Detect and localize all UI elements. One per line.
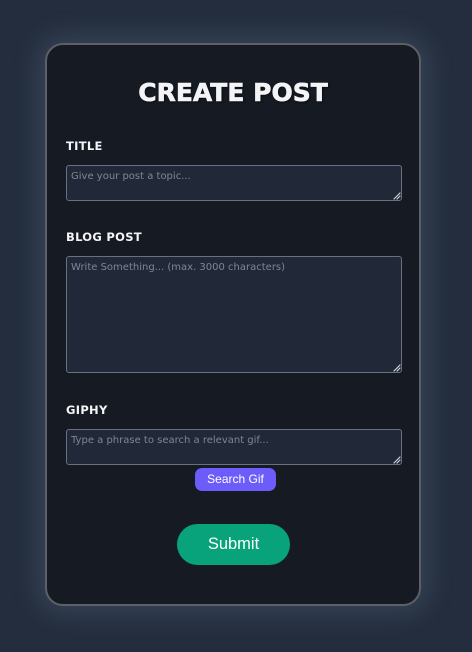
giphy-label: GIPHY [66,403,108,417]
giphy-field-wrapper [66,429,402,465]
search-gif-button[interactable]: Search Gif [195,468,276,491]
blog-post-label: BLOG POST [66,230,142,244]
giphy-search-input[interactable] [66,429,402,465]
page-background: CREATE POST TITLE BLOG POST GIPHY Search… [0,0,472,652]
blog-post-textarea[interactable] [66,256,402,373]
title-field-wrapper [66,165,402,201]
submit-button[interactable]: Submit [177,524,290,565]
blog-post-field-wrapper [66,256,402,373]
title-input[interactable] [66,165,402,201]
create-post-card: CREATE POST TITLE BLOG POST GIPHY Search… [45,43,421,606]
title-label: TITLE [66,139,103,153]
form-title: CREATE POST [138,78,328,108]
